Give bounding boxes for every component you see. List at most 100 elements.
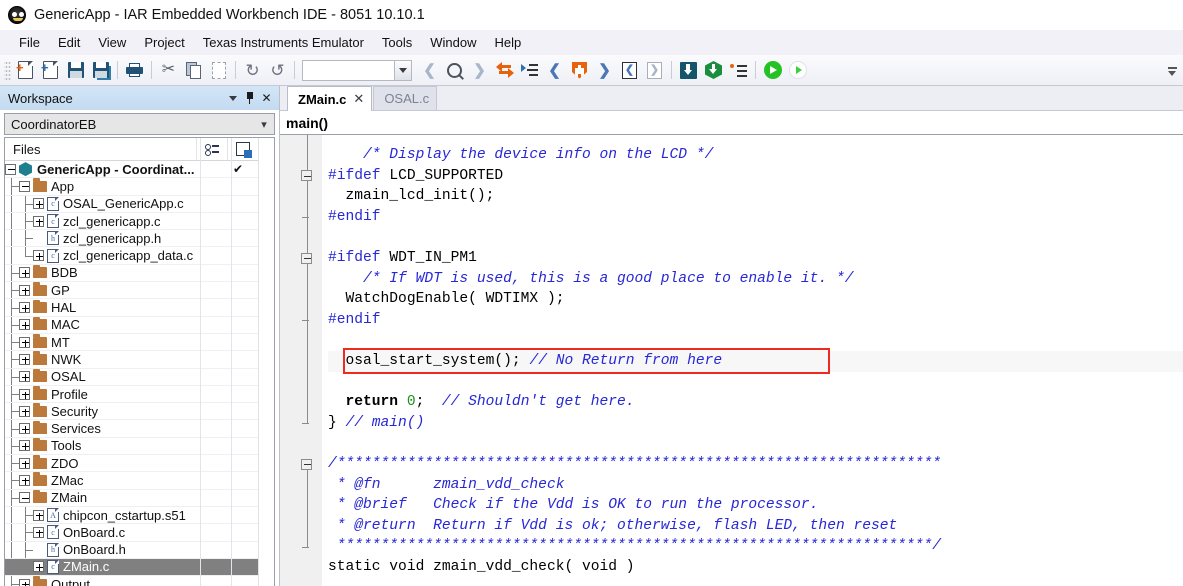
tree-item[interactable]: ZMain (5, 489, 258, 507)
navigate-backward-icon[interactable]: ❮ (417, 58, 442, 82)
menu-file[interactable]: File (10, 32, 49, 53)
expand-icon[interactable] (19, 405, 30, 417)
tree-item[interactable]: c OSAL_GenericApp.c (5, 195, 258, 213)
expand-icon[interactable] (33, 526, 44, 538)
save-all-icon[interactable] (88, 58, 113, 82)
expand-icon[interactable] (19, 388, 30, 400)
next-bookmark-icon[interactable]: ❯ (592, 58, 617, 82)
cut-icon[interactable]: ✂ (156, 58, 181, 82)
tree-item[interactable]: ZMac (5, 472, 258, 490)
tree-item[interactable]: GP (5, 282, 258, 300)
tree-scrollbar[interactable] (258, 138, 274, 586)
close-icon[interactable]: ✕ (353, 91, 364, 107)
run-icon[interactable] (760, 58, 785, 82)
expand-icon[interactable] (19, 474, 30, 486)
toolbar-grip[interactable] (4, 60, 11, 80)
tree-item[interactable]: Output (5, 576, 258, 586)
collapse-icon[interactable] (19, 180, 30, 192)
tree-item[interactable]: c zcl_genericapp.c (5, 212, 258, 231)
replace-icon[interactable] (492, 58, 517, 82)
tree-item[interactable]: Security (5, 403, 258, 421)
toolbar-overflow-button[interactable] (1165, 59, 1179, 83)
print-icon[interactable] (122, 58, 147, 82)
tree-item[interactable]: HAL (5, 299, 258, 317)
previous-file-icon[interactable]: ❮ (617, 58, 642, 82)
menu-edit[interactable]: Edit (49, 32, 89, 53)
pin-icon[interactable] (241, 90, 258, 107)
expand-icon[interactable] (19, 267, 30, 279)
project-tree[interactable]: GenericApp - Coordinat... ✔ App c OSAL_Gener… (5, 161, 258, 586)
tree-item[interactable]: App (5, 178, 258, 196)
paste-icon[interactable] (206, 58, 231, 82)
menu-view[interactable]: View (89, 32, 135, 53)
fold-collapse-icon[interactable] (301, 458, 312, 470)
configuration-dropdown[interactable]: CoordinatorEB ▾ (4, 113, 275, 135)
expand-icon[interactable] (19, 578, 30, 586)
expand-icon[interactable] (33, 561, 44, 573)
expand-icon[interactable] (19, 371, 30, 383)
expand-icon[interactable] (19, 284, 30, 296)
fold-collapse-icon[interactable] (301, 170, 312, 182)
tab-zmain-c[interactable]: ZMain.c ✕ (287, 86, 373, 111)
dropdown-menu-icon[interactable] (224, 90, 241, 107)
menu-window[interactable]: Window (421, 32, 485, 53)
tree-item[interactable]: c zcl_genericapp_data.c (5, 247, 258, 265)
tree-item[interactable]: Tools (5, 437, 258, 456)
tree-item[interactable]: OSAL (5, 368, 258, 386)
new-workspace-icon[interactable]: + (38, 58, 63, 82)
previous-bookmark-icon[interactable]: ❮ (542, 58, 567, 82)
tree-item[interactable]: h zcl_genericapp.h (5, 230, 258, 248)
next-file-icon[interactable]: ❯ (642, 58, 667, 82)
collapse-icon[interactable] (5, 163, 16, 175)
find-combo[interactable] (302, 59, 412, 81)
tree-item[interactable]: BDB (5, 264, 258, 283)
tree-item[interactable]: h OnBoard.h (5, 541, 258, 559)
fold-gutter[interactable] (280, 135, 322, 586)
find-icon[interactable] (442, 58, 467, 82)
expand-icon[interactable] (33, 215, 44, 227)
tree-item[interactable]: GenericApp - Coordinat... ✔ (5, 161, 258, 179)
tree-item[interactable]: Services (5, 420, 258, 438)
debug-without-download-icon[interactable] (785, 58, 810, 82)
tree-item[interactable]: MT (5, 333, 258, 352)
compile-list-icon[interactable] (726, 58, 751, 82)
tree-item[interactable]: NWK (5, 351, 258, 369)
expand-icon[interactable] (33, 198, 44, 210)
menu-texas-instruments-emulator[interactable]: Texas Instruments Emulator (194, 32, 373, 53)
close-icon[interactable]: ✕ (258, 90, 275, 107)
menu-help[interactable]: Help (486, 32, 531, 53)
expand-icon[interactable] (19, 336, 30, 348)
fold-collapse-icon[interactable] (301, 252, 312, 264)
tree-item[interactable]: c OnBoard.c (5, 524, 258, 542)
tab-osal-c[interactable]: OSAL.c (373, 86, 438, 110)
tree-item[interactable]: Profile (5, 385, 258, 404)
menu-tools[interactable]: Tools (373, 32, 421, 53)
undo-icon[interactable]: ↻ (240, 58, 265, 82)
expand-icon[interactable] (33, 250, 44, 262)
tree-item[interactable]: c ZMain.c (5, 558, 258, 577)
expand-icon[interactable] (33, 509, 44, 521)
expand-icon[interactable] (19, 457, 30, 469)
save-icon[interactable] (63, 58, 88, 82)
bookmark-list-icon[interactable] (517, 58, 542, 82)
expand-icon[interactable] (19, 302, 30, 314)
code-area[interactable]: /* Display the device info on the LCD */… (280, 135, 1183, 586)
expand-icon[interactable] (19, 423, 30, 435)
download-icon[interactable] (676, 58, 701, 82)
chevron-down-icon[interactable] (394, 60, 411, 80)
tree-item[interactable]: ZDO (5, 455, 258, 473)
new-document-icon[interactable]: + (13, 58, 38, 82)
expand-icon[interactable] (19, 319, 30, 331)
toggle-bookmark-icon[interactable] (567, 58, 592, 82)
navigate-forward-icon[interactable]: ❯ (467, 58, 492, 82)
redo-icon[interactable]: ↺ (265, 58, 290, 82)
menu-project[interactable]: Project (135, 32, 193, 53)
expand-icon[interactable] (19, 440, 30, 452)
expand-icon[interactable] (19, 353, 30, 365)
tree-item[interactable]: Achipcon_cstartup.s51 (5, 506, 258, 525)
copy-icon[interactable] (181, 58, 206, 82)
code-comment: * @fn zmain_vdd_check (328, 476, 565, 493)
download-and-debug-icon[interactable] (701, 58, 726, 82)
tree-item[interactable]: MAC (5, 316, 258, 334)
collapse-icon[interactable] (19, 492, 30, 504)
